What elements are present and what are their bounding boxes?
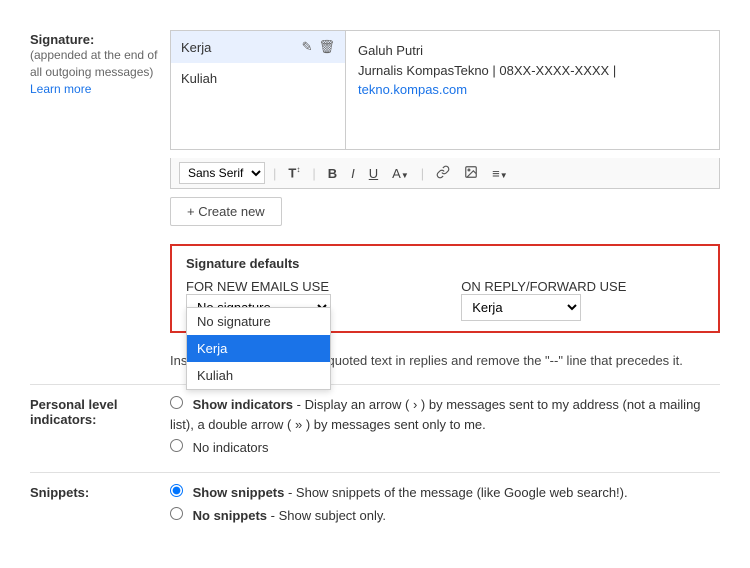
personal-level-label: Personal levelindicators: [30, 397, 170, 427]
bold-btn[interactable]: B [324, 164, 341, 183]
signature-name-kuliah: Kuliah [181, 71, 335, 86]
underline-btn[interactable]: U [365, 164, 382, 183]
preview-line1: Galuh Putri [358, 41, 707, 61]
snippets-no-radio[interactable] [170, 507, 183, 520]
learn-more-link[interactable]: Learn more [30, 82, 91, 96]
signature-item-kerja[interactable]: Kerja ✎ 🗑 [171, 31, 345, 63]
no-snippets-label: No snippets [193, 508, 267, 523]
font-select[interactable]: Sans Serif [179, 162, 265, 184]
delete-icon[interactable]: 🗑 [318, 39, 335, 55]
dropdown-item-kerja[interactable]: Kerja [187, 335, 330, 362]
new-emails-label: FOR NEW EMAILS USE [186, 279, 329, 294]
image-btn[interactable] [460, 163, 482, 184]
italic-btn[interactable]: I [347, 164, 359, 183]
reply-label: ON REPLY/FORWARD USE [461, 279, 626, 294]
show-snippets-desc: - Show snippets of the message (like Goo… [288, 485, 628, 500]
show-indicators-label: Show indicators [193, 397, 293, 412]
preview-link[interactable]: tekno.kompas.com [358, 82, 467, 97]
new-emails-dropdown[interactable]: No signature Kerja Kuliah [186, 307, 331, 390]
signature-name-kerja: Kerja [181, 40, 302, 55]
signature-preview: Galuh Putri Jurnalis KompasTekno | 08XX-… [346, 31, 719, 149]
signature-item-kuliah[interactable]: Kuliah [171, 63, 345, 94]
align-btn[interactable]: ≡▼ [488, 164, 512, 183]
create-new-button[interactable]: + Create new [170, 197, 282, 226]
dropdown-item-no-signature[interactable]: No signature [187, 308, 330, 335]
no-indicators-label: No indicators [193, 440, 269, 455]
personal-level-no-radio[interactable] [170, 439, 183, 452]
snippets-label: Snippets: [30, 485, 170, 500]
preview-line2: Jurnalis KompasTekno | 08XX-XXXX-XXXX | [358, 61, 707, 81]
signature-sublabel: (appended at the end of all outgoing mes… [30, 47, 170, 81]
dropdown-item-kuliah[interactable]: Kuliah [187, 362, 330, 389]
signature-defaults-box: Signature defaults FOR NEW EMAILS USE No… [170, 244, 720, 333]
signature-list: Kerja ✎ 🗑 Kuliah [171, 31, 346, 149]
reply-select[interactable]: Kerja No signature Kuliah [461, 294, 581, 321]
signature-label: Signature: [30, 32, 170, 47]
editor-toolbar: Sans Serif | T↕ | B I U A▼ | ≡▼ [170, 158, 720, 189]
link-btn[interactable] [432, 163, 454, 184]
show-snippets-label: Show snippets [193, 485, 285, 500]
snippets-section: Show snippets - Show snippets of the mes… [170, 483, 720, 530]
snippets-show-radio[interactable] [170, 484, 183, 497]
font-size-btn[interactable]: T↕ [284, 163, 304, 182]
signature-defaults-title: Signature defaults [186, 256, 704, 271]
edit-icon[interactable]: ✎ [302, 39, 313, 55]
no-snippets-desc: - Show subject only. [271, 508, 386, 523]
personal-level-show: Show indicators - Display an arrow ( › )… [170, 395, 720, 434]
font-color-btn[interactable]: A▼ [388, 164, 413, 183]
personal-level-no: No indicators [170, 438, 720, 458]
personal-level-show-radio[interactable] [170, 396, 183, 409]
